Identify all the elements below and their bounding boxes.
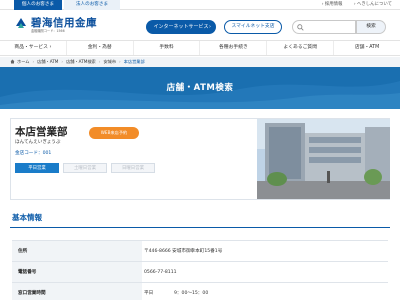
- logo-subtitle: 金融機関コード：1566: [31, 29, 65, 33]
- nav-item-fees[interactable]: 手数料: [134, 41, 201, 55]
- nav-item-branches[interactable]: 店舗・ATM: [334, 41, 400, 55]
- breadcrumb-branches[interactable]: 店舗・ATM: [37, 59, 58, 64]
- logo-mark-icon: [14, 16, 28, 30]
- hero-banner: 店舗・ATM検索: [0, 67, 400, 109]
- branch-card: 本店営業部 WEB来店予約 ほんてんえいぎょうぶ 金店コード：001 平日営業 …: [10, 118, 390, 200]
- branch-kana: ほんてんえいぎょうぶ: [15, 140, 61, 145]
- search-box: [292, 20, 356, 34]
- home-icon: [10, 59, 15, 63]
- row-value-phone[interactable]: 0566-77-8111: [142, 261, 388, 283]
- search-button[interactable]: 検索: [356, 20, 386, 34]
- top-links: › 採用情報 › へきしんについて: [312, 0, 392, 10]
- branch-name: 本店営業部: [15, 126, 68, 138]
- nav-item-faq[interactable]: よくあるご質問: [267, 41, 335, 55]
- tag-sunday-open: 日曜日営業: [111, 163, 155, 173]
- top-bar: 個人のお客さま 法人のお客さま › 採用情報 › へきしんについて: [0, 0, 400, 10]
- search-icon: [297, 24, 304, 31]
- section-divider: [10, 227, 390, 228]
- row-label-hours: 窓口営業時間: [12, 282, 142, 300]
- basic-info-table: 住所 〒446-8666 安城市御幸本町15番1号 電話番号 0566-77-8…: [12, 240, 388, 300]
- smart-app-button[interactable]: スマイルネット支店: [224, 20, 282, 34]
- nav-item-procedures[interactable]: 各種お手続き: [200, 41, 268, 55]
- tag-weekday-open: 平日営業: [15, 163, 59, 173]
- section-title-basic-info: 基本情報: [12, 213, 42, 222]
- breadcrumb-separator: ›: [98, 59, 101, 64]
- breadcrumb: ホーム › 店舗・ATM › 店舗・ATM検索 › 安城市 › 本店営業部: [0, 57, 400, 67]
- table-row: 住所 〒446-8666 安城市御幸本町15番1号: [12, 240, 388, 262]
- row-value-hours: 平日 9：00～15：00: [142, 282, 388, 300]
- table-row: 窓口営業時間 平日 9：00～15：00: [12, 282, 388, 300]
- breadcrumb-separator: ›: [32, 59, 35, 64]
- breadcrumb-separator: ›: [61, 59, 64, 64]
- hours-day: 平日: [144, 291, 154, 296]
- breadcrumb-current: 本店営業部: [123, 59, 145, 64]
- search-input[interactable]: [306, 22, 354, 32]
- breadcrumb-city[interactable]: 安城市: [103, 59, 116, 64]
- branch-photo: [257, 119, 390, 199]
- web-reservation-button[interactable]: WEB来店予約: [89, 127, 139, 139]
- row-label-address: 住所: [12, 240, 142, 262]
- site-header: 碧海信用金庫 金融機関コード：1566 インターネットサービス スマイルネット支…: [0, 10, 400, 40]
- breadcrumb-separator: ›: [119, 59, 121, 64]
- tab-corporate[interactable]: 法人のお客さま: [64, 0, 120, 10]
- page-title: 店舗・ATM検索: [166, 83, 234, 93]
- table-row: 電話番号 0566-77-8111: [12, 261, 388, 283]
- internet-service-button[interactable]: インターネットサービス: [146, 20, 216, 34]
- row-label-phone: 電話番号: [12, 261, 142, 283]
- nav-item-rates[interactable]: 金利・為替: [67, 41, 134, 55]
- global-nav: 商品・サービス › 金利・為替 手数料 各種お手続き よくあるご質問 店舗・AT…: [0, 40, 400, 56]
- hours-time: 9：00～15：00: [174, 291, 209, 296]
- breadcrumb-home[interactable]: ホーム: [17, 59, 29, 64]
- tag-saturday-open: 土曜日営業: [63, 163, 107, 173]
- recruit-link[interactable]: › 採用情報: [322, 2, 343, 7]
- nav-item-products[interactable]: 商品・サービス ›: [0, 41, 67, 55]
- tab-personal[interactable]: 個人のお客さま: [14, 0, 62, 10]
- about-link[interactable]: › へきしんについて: [354, 2, 392, 7]
- branch-code: 金店コード：001: [15, 151, 52, 156]
- breadcrumb-search[interactable]: 店舗・ATM検索: [66, 59, 96, 64]
- row-value-address: 〒446-8666 安城市御幸本町15番1号: [142, 240, 388, 262]
